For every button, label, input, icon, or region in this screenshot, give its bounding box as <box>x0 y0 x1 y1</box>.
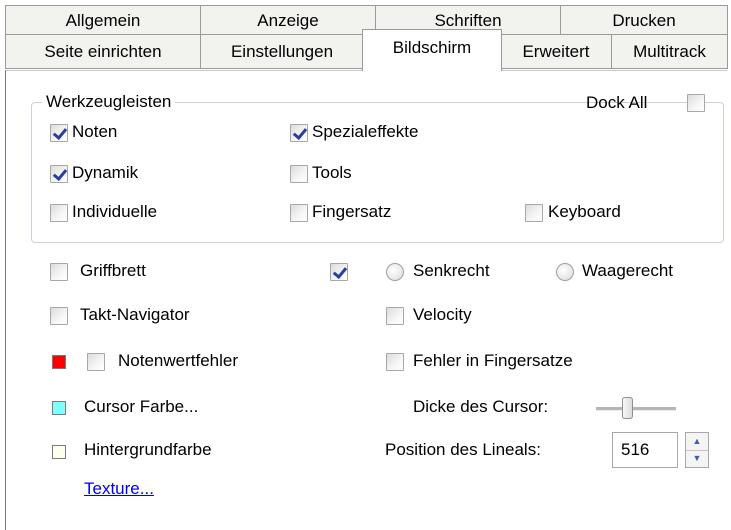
takt-navigator-checkbox[interactable] <box>50 307 68 325</box>
dock-all-label: Dock All <box>586 93 648 112</box>
tab-label: Multitrack <box>633 42 706 61</box>
tab-label: Anzeige <box>257 11 319 30</box>
noten-label: Noten <box>72 122 118 141</box>
individuelle-checkbox[interactable] <box>50 204 68 222</box>
hintergrundfarbe-button[interactable]: Hintergrundfarbe <box>84 439 212 461</box>
spezialeffekte-label: Spezialeffekte <box>312 122 419 141</box>
position-lineal-input[interactable]: 516 <box>612 432 678 468</box>
griffbrett-label: Griffbrett <box>80 261 146 280</box>
velocity-checkbox[interactable] <box>386 307 404 325</box>
dynamik-label: Dynamik <box>72 163 139 182</box>
senkrecht-radio[interactable] <box>386 263 404 281</box>
tab-label: Drucken <box>612 11 676 30</box>
texture-link[interactable]: Texture... <box>84 478 154 500</box>
notenwertfehler-checkbox[interactable] <box>87 353 105 371</box>
senkrecht-label: Senkrecht <box>413 261 490 280</box>
tab-multitrack[interactable]: Multitrack <box>611 34 728 69</box>
noten-checkbox[interactable] <box>50 124 68 142</box>
spin-down-icon[interactable]: ▼ <box>686 450 708 467</box>
griffbrett-checkbox[interactable] <box>50 263 68 281</box>
dicke-cursor-label: Dicke des Cursor: <box>413 397 549 416</box>
tab-seite-einrichten[interactable]: Seite einrichten <box>5 34 201 69</box>
tab-label: Seite einrichten <box>44 42 162 61</box>
cursor-thickness-slider-track[interactable] <box>596 407 676 411</box>
takt-navigator-label: Takt-Navigator <box>80 305 190 324</box>
tab-erweitert[interactable]: Erweitert <box>500 34 612 69</box>
fehler-fingersatze-label: Fehler in Fingersatze <box>413 351 573 370</box>
fehler-fingersatze-checkbox[interactable] <box>386 353 404 371</box>
notenwertfehler-color-swatch[interactable] <box>52 355 66 369</box>
position-lineal-spinner[interactable]: ▲ ▼ <box>685 432 709 468</box>
tab-bildschirm[interactable]: Bildschirm <box>362 29 502 71</box>
tab-label: Einstellungen <box>230 42 334 61</box>
tab-label: Bildschirm <box>392 38 472 57</box>
fingersatz-checkbox[interactable] <box>290 204 308 222</box>
tools-label: Tools <box>312 163 352 182</box>
tab-anzeige[interactable]: Anzeige <box>200 5 376 35</box>
notenwertfehler-label: Notenwertfehler <box>118 351 239 370</box>
keyboard-checkbox[interactable] <box>525 204 543 222</box>
waagerecht-label: Waagerecht <box>582 261 674 280</box>
individuelle-label: Individuelle <box>72 202 158 221</box>
tab-einstellungen[interactable]: Einstellungen <box>200 34 364 69</box>
tab-label: Erweitert <box>522 42 590 61</box>
tools-checkbox[interactable] <box>290 165 308 183</box>
spin-up-icon[interactable]: ▲ <box>686 433 708 451</box>
tab-allgemein[interactable]: Allgemein <box>5 5 201 35</box>
background-color-swatch[interactable] <box>52 445 66 459</box>
velocity-label: Velocity <box>413 305 472 324</box>
waagerecht-radio[interactable] <box>556 263 574 281</box>
cursor-color-swatch[interactable] <box>52 401 66 415</box>
orientation-enable-checkbox[interactable] <box>330 263 348 281</box>
cursor-thickness-slider-thumb[interactable] <box>622 397 633 419</box>
fingersatz-label: Fingersatz <box>312 202 392 221</box>
tab-drucken[interactable]: Drucken <box>560 5 728 35</box>
cursor-farbe-button[interactable]: Cursor Farbe... <box>84 396 198 418</box>
dynamik-checkbox[interactable] <box>50 165 68 183</box>
spezialeffekte-checkbox[interactable] <box>290 124 308 142</box>
position-lineal-label: Position des Lineals: <box>385 440 541 459</box>
toolbars-group-title: Werkzeugleisten <box>42 91 176 113</box>
dock-all-checkbox[interactable] <box>687 94 705 112</box>
keyboard-label: Keyboard <box>548 202 621 221</box>
tab-label: Allgemein <box>65 11 141 30</box>
